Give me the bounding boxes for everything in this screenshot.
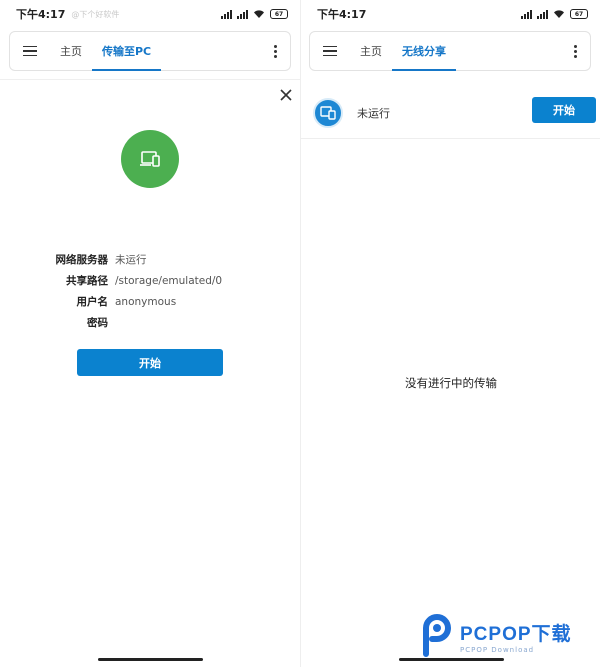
hamburger-icon (323, 45, 337, 57)
menu-button[interactable] (310, 31, 350, 71)
status-icons: 67 (221, 9, 288, 19)
tab-transfer-to-pc[interactable]: 传输至PC (92, 31, 162, 71)
device-icon (320, 105, 336, 120)
close-icon (280, 89, 292, 101)
tab-wireless-share[interactable]: 无线分享 (392, 31, 456, 71)
info-value: /storage/emulated/0 (115, 274, 223, 287)
more-options-button[interactable] (260, 31, 290, 71)
info-row-password: 密码 (0, 312, 300, 333)
tab-home[interactable]: 主页 (350, 31, 392, 71)
close-button[interactable] (278, 87, 294, 103)
right-screen: 下午4:17 67 主页 无线分享 未运行 开始 没有进行中的传输 PCPOP下… (300, 0, 600, 667)
more-vert-icon (273, 44, 277, 58)
more-options-button[interactable] (560, 31, 590, 71)
top-app-bar: 主页 传输至PC (9, 31, 291, 71)
tab-home[interactable]: 主页 (50, 31, 92, 71)
signal-icon (237, 9, 248, 19)
share-status: 未运行 (357, 106, 390, 120)
divider (0, 79, 300, 80)
top-app-bar: 主页 无线分享 (309, 31, 591, 71)
logo-sub-text: PCPOP Download (460, 645, 535, 654)
home-indicator[interactable] (98, 658, 203, 661)
info-row-path: 共享路径 /storage/emulated/0 (0, 270, 300, 291)
signal-icon (537, 9, 548, 19)
laptop-phone-icon (140, 151, 160, 167)
wireless-device-icon-badge (313, 97, 343, 128)
status-bar: 下午4:17 @下个好软件 67 (0, 0, 300, 28)
signal-icon (521, 9, 532, 19)
left-screen: 下午4:17 @下个好软件 67 主页 传输至PC 网络服务器 未运行 共享路径… (0, 0, 300, 667)
transfer-status-icon (121, 130, 179, 188)
info-key: 网络服务器 (55, 254, 109, 266)
status-time: 下午4:17 (16, 8, 66, 21)
pcpop-logo: PCPOP下载 PCPOP Download (418, 614, 572, 658)
empty-transfers-message: 没有进行中的传输 (405, 376, 497, 390)
start-share-button[interactable]: 开始 (532, 97, 596, 123)
home-indicator[interactable] (399, 658, 504, 661)
status-bar: 下午4:17 67 (301, 0, 600, 28)
info-row-server: 网络服务器 未运行 (0, 249, 300, 270)
logo-main-text: PCPOP下载 (460, 623, 572, 645)
info-value: 未运行 (115, 254, 147, 266)
battery-level: 67 (274, 10, 284, 18)
wireless-share-card: 未运行 开始 (301, 87, 600, 139)
battery-icon: 67 (570, 9, 588, 19)
info-value: anonymous (115, 295, 177, 308)
menu-button[interactable] (10, 31, 50, 71)
signal-icon (221, 9, 232, 19)
info-key: 用户名 (76, 296, 109, 308)
wifi-icon (254, 10, 264, 18)
info-row-username: 用户名 anonymous (0, 291, 300, 312)
more-vert-icon (573, 44, 577, 58)
info-key: 密码 (87, 317, 108, 329)
battery-level: 67 (574, 10, 584, 18)
status-time: 下午4:17 (317, 8, 367, 21)
server-info: 网络服务器 未运行 共享路径 /storage/emulated/0 用户名 a… (0, 249, 300, 333)
wifi-icon (554, 10, 564, 18)
status-icons: 67 (521, 9, 588, 19)
info-key: 共享路径 (66, 275, 108, 287)
battery-icon: 67 (270, 9, 288, 19)
hamburger-icon (23, 45, 37, 57)
start-button[interactable]: 开始 (77, 349, 223, 376)
pcpop-logo-icon (423, 614, 451, 657)
watermark-text: @下个好软件 (71, 9, 120, 19)
